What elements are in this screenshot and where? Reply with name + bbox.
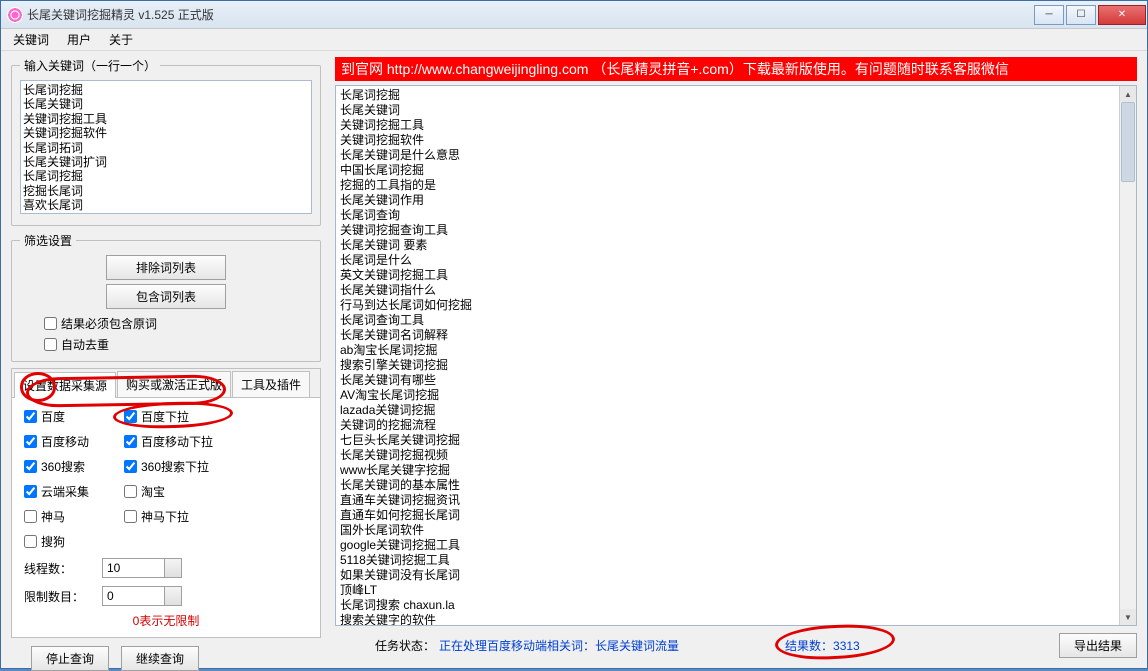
must-contain-label: 结果必须包含原词: [61, 315, 157, 332]
threads-label: 线程数：: [24, 560, 84, 577]
threads-spinner[interactable]: 10: [102, 558, 182, 578]
scroll-thumb[interactable]: [1121, 102, 1135, 182]
minimize-button[interactable]: ─: [1034, 5, 1064, 25]
src-baidu-mobile-checkbox[interactable]: [24, 435, 37, 448]
must-contain-checkbox[interactable]: [44, 317, 57, 330]
scrollbar[interactable]: ▲ ▼: [1119, 86, 1136, 625]
menu-keywords[interactable]: 关键词: [13, 31, 49, 48]
input-keywords-group: 输入关键词（一行一个） 长尾词挖掘 长尾关键词 关键词挖掘工具 关键词挖掘软件 …: [11, 57, 321, 226]
window-title: 长尾关键词挖掘精灵 v1.525 正式版: [27, 6, 1033, 23]
scroll-up-icon[interactable]: ▲: [1120, 86, 1136, 102]
src-shenma-checkbox[interactable]: [24, 510, 37, 523]
src-360-drop-checkbox[interactable]: [124, 460, 137, 473]
maximize-button[interactable]: ☐: [1066, 5, 1096, 25]
src-360-label: 360搜索: [41, 458, 85, 475]
keywords-textarea[interactable]: 长尾词挖掘 长尾关键词 关键词挖掘工具 关键词挖掘软件 长尾词拓词 长尾关键词扩…: [20, 80, 312, 214]
filter-settings-legend: 筛选设置: [20, 232, 76, 249]
export-results-button[interactable]: 导出结果: [1059, 633, 1137, 658]
src-baidu-drop-label: 百度下拉: [141, 408, 189, 425]
tab-activate[interactable]: 购买或激活正式版: [117, 371, 231, 397]
status-row: 任务状态： 正在处理百度移动端相关词：长尾关键词流量 结果数：3313 导出结果: [335, 630, 1137, 660]
exclude-list-button[interactable]: 排除词列表: [106, 255, 226, 280]
tab-tools-plugins[interactable]: 工具及插件: [232, 371, 310, 397]
continue-query-button[interactable]: 继续查询: [121, 646, 199, 671]
menu-about[interactable]: 关于: [109, 31, 133, 48]
auto-dedup-label: 自动去重: [61, 336, 109, 353]
titlebar[interactable]: 长尾关键词挖掘精灵 v1.525 正式版 ─ ☐ ✕: [1, 1, 1147, 29]
announcement-banner: 到官网 http://www.changweijingling.com （长尾精…: [335, 57, 1137, 81]
src-shenma-drop-label: 神马下拉: [141, 508, 189, 525]
limit-label: 限制数目：: [24, 588, 84, 605]
auto-dedup-row[interactable]: 自动去重: [44, 336, 312, 353]
must-contain-row[interactable]: 结果必须包含原词: [44, 315, 312, 332]
stop-query-button[interactable]: 停止查询: [31, 646, 109, 671]
src-taobao-label: 淘宝: [141, 483, 165, 500]
results-listbox[interactable]: 长尾词挖掘 长尾关键词 关键词挖掘工具 关键词挖掘软件 长尾关键词是什么意思 中…: [335, 85, 1137, 626]
include-list-button[interactable]: 包含词列表: [106, 284, 226, 309]
src-360-drop-label: 360搜索下拉: [141, 458, 209, 475]
src-shenma-label: 神马: [41, 508, 65, 525]
menu-user[interactable]: 用户: [67, 31, 91, 48]
tab-data-sources[interactable]: 设置数据采集源: [14, 372, 116, 398]
status-label: 任务状态：: [375, 637, 435, 654]
src-baidu-drop-checkbox[interactable]: [124, 410, 137, 423]
src-baidu-mobile-drop-checkbox[interactable]: [124, 435, 137, 448]
src-360-checkbox[interactable]: [24, 460, 37, 473]
src-baidu-mobile-label: 百度移动: [41, 433, 89, 450]
src-baidu-checkbox[interactable]: [24, 410, 37, 423]
scroll-down-icon[interactable]: ▼: [1120, 609, 1136, 625]
src-taobao-checkbox[interactable]: [124, 485, 137, 498]
status-text: 正在处理百度移动端相关词：长尾关键词流量: [439, 637, 679, 654]
src-cloud-checkbox[interactable]: [24, 485, 37, 498]
src-baidu-label: 百度: [41, 408, 65, 425]
src-sogou-checkbox[interactable]: [24, 535, 37, 548]
src-cloud-label: 云端采集: [41, 483, 89, 500]
results-text: 长尾词挖掘 长尾关键词 关键词挖掘工具 关键词挖掘软件 长尾关键词是什么意思 中…: [336, 86, 1136, 626]
close-button[interactable]: ✕: [1098, 5, 1146, 25]
limit-spinner[interactable]: 0: [102, 586, 182, 606]
app-icon: [7, 7, 23, 23]
src-baidu-mobile-drop-label: 百度移动下拉: [141, 433, 213, 450]
result-count: 结果数：3313: [785, 637, 860, 654]
auto-dedup-checkbox[interactable]: [44, 338, 57, 351]
input-keywords-legend: 输入关键词（一行一个）: [20, 57, 160, 74]
zero-means-unlimited: 0表示无限制: [24, 612, 308, 629]
src-sogou-label: 搜狗: [41, 533, 65, 550]
menubar: 关键词 用户 关于: [1, 29, 1147, 51]
app-window: 长尾关键词挖掘精灵 v1.525 正式版 ─ ☐ ✕ 关键词 用户 关于 输入关…: [0, 0, 1148, 669]
settings-tabset: 设置数据采集源 购买或激活正式版 工具及插件 百度 百度下拉 百度移动 百度移动…: [11, 368, 321, 638]
filter-settings-group: 筛选设置 排除词列表 包含词列表 结果必须包含原词 自动去重: [11, 232, 321, 362]
src-shenma-drop-checkbox[interactable]: [124, 510, 137, 523]
